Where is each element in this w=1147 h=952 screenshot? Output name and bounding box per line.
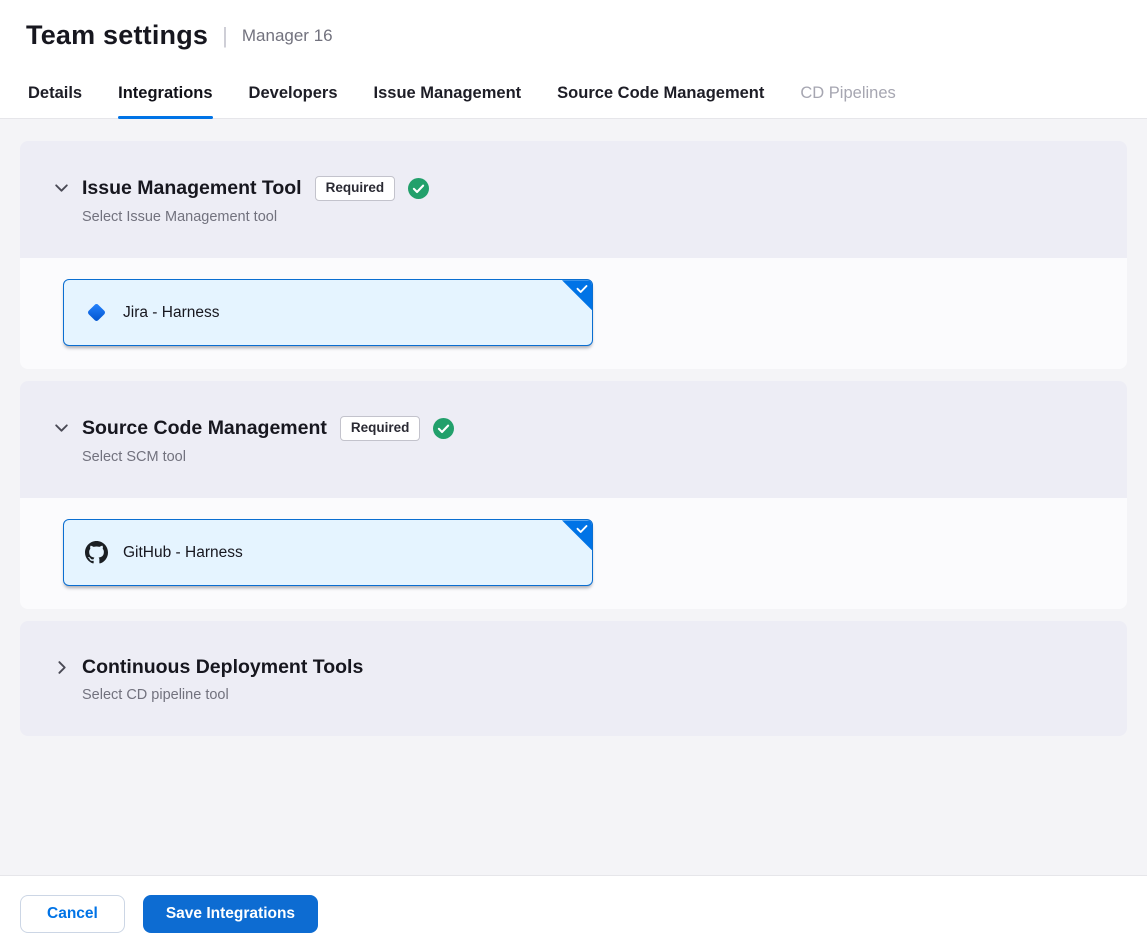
option-label: GitHub - Harness [123,544,243,562]
option-github-harness[interactable]: GitHub - Harness [63,519,593,586]
tab-developers[interactable]: Developers [249,67,338,118]
section-scm-header[interactable]: Source Code Management Required Select S… [20,381,1127,498]
section-title: Continuous Deployment Tools [82,656,363,679]
section-subtitle: Select SCM tool [82,449,454,465]
required-badge: Required [315,176,396,201]
section-title: Source Code Management [82,417,327,440]
required-badge: Required [340,416,421,441]
tab-details[interactable]: Details [28,67,82,118]
section-title: Issue Management Tool [82,177,302,200]
chevron-down-icon[interactable] [48,419,74,465]
integrations-content: Issue Management Tool Required Select Is… [0,119,1147,875]
save-integrations-button[interactable]: Save Integrations [143,895,318,933]
settings-tabbar: Details Integrations Developers Issue Ma… [0,67,1147,119]
team-settings-page: Team settings | Manager 16 Details Integ… [0,0,1147,952]
section-cd-header[interactable]: Continuous Deployment Tools Select CD pi… [20,621,1127,736]
cancel-button[interactable]: Cancel [20,895,125,933]
check-circle-icon [408,178,429,199]
section-issue-management-header[interactable]: Issue Management Tool Required Select Is… [20,141,1127,258]
selected-check-icon [562,520,592,550]
page-header: Team settings | Manager 16 [0,0,1147,67]
section-subtitle: Select CD pipeline tool [82,687,363,703]
section-scm-body: GitHub - Harness [20,498,1127,609]
section-subtitle: Select Issue Management tool [82,209,429,225]
chevron-right-icon[interactable] [48,659,74,703]
title-divider: | [222,23,228,49]
option-jira-harness[interactable]: Jira - Harness [63,279,593,346]
tab-integrations[interactable]: Integrations [118,67,212,118]
check-circle-icon [433,418,454,439]
option-label: Jira - Harness [123,304,219,322]
tab-source-code-management[interactable]: Source Code Management [557,67,764,118]
selected-check-icon [562,280,592,310]
manager-context-label: Manager 16 [242,26,333,46]
section-issue-management-body: Jira - Harness [20,258,1127,369]
section-issue-management-tool: Issue Management Tool Required Select Is… [20,141,1127,369]
tab-cd-pipelines: CD Pipelines [800,67,895,118]
jira-icon [84,301,108,325]
chevron-down-icon[interactable] [48,179,74,225]
section-source-code-management: Source Code Management Required Select S… [20,381,1127,609]
tab-issue-management[interactable]: Issue Management [374,67,522,118]
section-continuous-deployment-tools: Continuous Deployment Tools Select CD pi… [20,621,1127,736]
footer-actions: Cancel Save Integrations [0,875,1147,952]
github-icon [84,541,108,565]
page-title: Team settings [26,20,208,51]
